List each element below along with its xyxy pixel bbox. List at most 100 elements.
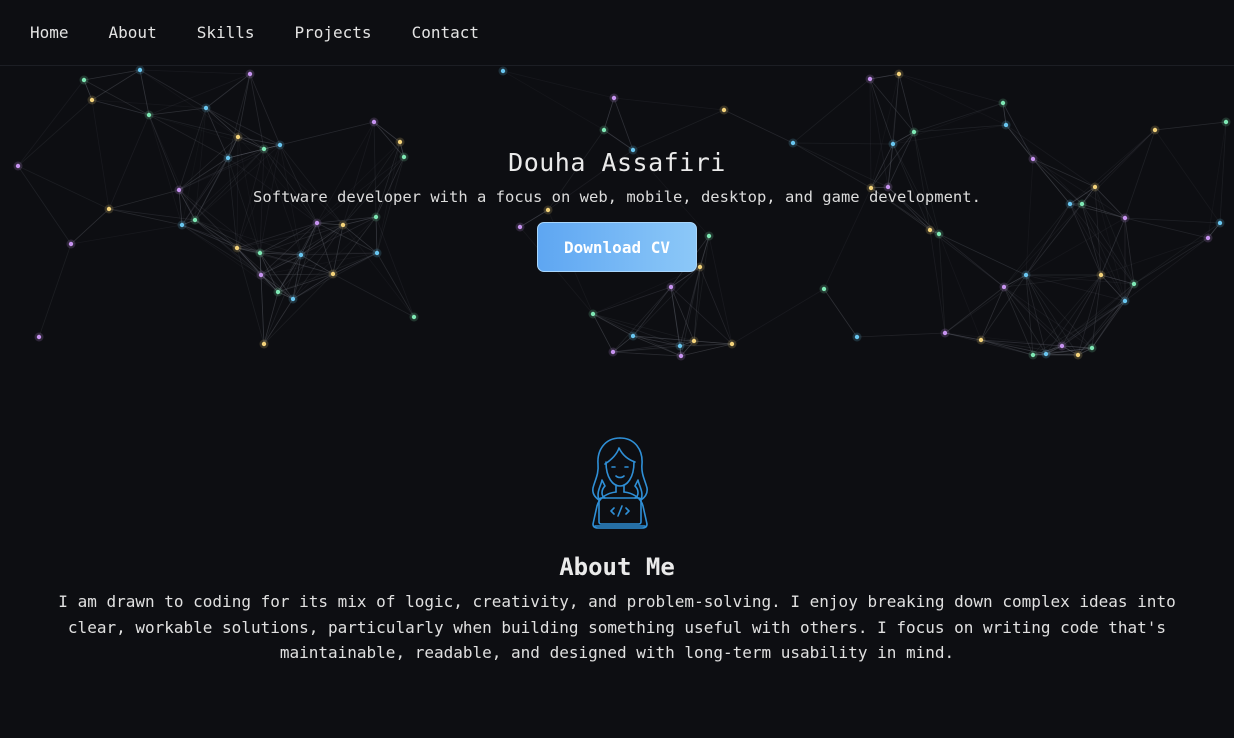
network-link	[1032, 274, 1102, 356]
network-node	[258, 272, 264, 278]
network-link	[263, 298, 294, 345]
network-node	[854, 334, 860, 340]
top-navigation: Home About Skills Projects Contact	[0, 0, 1234, 66]
network-node	[277, 142, 283, 148]
hero-section: Douha Assafiri Software developer with a…	[0, 148, 1234, 272]
network-node	[867, 76, 873, 82]
network-link	[693, 340, 733, 345]
network-node	[247, 71, 253, 77]
network-link	[731, 288, 825, 345]
network-link	[148, 114, 265, 150]
network-node	[821, 286, 827, 292]
network-node	[261, 341, 267, 347]
network-node	[330, 271, 336, 277]
network-node	[1152, 127, 1158, 133]
network-node	[235, 134, 241, 140]
network-link	[792, 142, 894, 145]
network-node	[1122, 298, 1128, 304]
nav-projects-link[interactable]: Projects	[295, 23, 372, 42]
network-node	[371, 119, 377, 125]
network-link	[670, 286, 695, 342]
network-link	[944, 332, 1034, 356]
nav-contact-link[interactable]: Contact	[412, 23, 479, 42]
network-node	[81, 77, 87, 83]
network-link	[892, 102, 1004, 145]
network-link	[148, 114, 239, 138]
about-heading: About Me	[559, 553, 675, 581]
network-link	[249, 73, 265, 150]
developer-avatar-icon	[592, 437, 648, 529]
network-node	[630, 333, 636, 339]
network-link	[723, 109, 794, 144]
network-node	[729, 341, 735, 347]
network-link	[249, 73, 281, 146]
network-link	[592, 266, 701, 315]
network-link	[603, 129, 634, 151]
network-link	[279, 121, 375, 146]
network-node	[500, 68, 506, 74]
network-link	[1077, 283, 1135, 356]
network-node	[1043, 351, 1049, 357]
network-link	[1154, 121, 1227, 131]
network-link	[502, 70, 605, 131]
network-node	[1098, 272, 1104, 278]
network-link	[263, 291, 279, 345]
network-node	[978, 337, 984, 343]
nav-home-link[interactable]: Home	[30, 23, 69, 42]
network-link	[237, 73, 251, 138]
network-link	[792, 78, 871, 144]
network-node	[1131, 281, 1137, 287]
network-link	[670, 286, 733, 345]
network-link	[1061, 345, 1093, 349]
nav-about-link[interactable]: About	[109, 23, 157, 42]
network-node	[411, 314, 417, 320]
network-node	[1089, 345, 1095, 351]
network-node	[691, 338, 697, 344]
network-node	[1023, 272, 1029, 278]
network-link	[612, 351, 682, 357]
network-node	[790, 140, 796, 146]
hero-name: Douha Assafiri	[508, 148, 726, 177]
network-node	[36, 334, 42, 340]
network-link	[205, 73, 251, 109]
network-node	[668, 284, 674, 290]
network-node	[1223, 119, 1229, 125]
network-link	[632, 266, 701, 337]
network-node	[1075, 352, 1081, 358]
nav-skills-link[interactable]: Skills	[197, 23, 255, 42]
network-node	[275, 289, 281, 295]
network-link	[823, 288, 858, 338]
network-node	[290, 296, 296, 302]
network-link	[292, 273, 334, 300]
network-node	[397, 139, 403, 145]
download-cv-button[interactable]: Download CV	[537, 222, 697, 272]
network-node	[890, 141, 896, 147]
network-link	[1003, 274, 1102, 288]
network-node	[137, 67, 143, 73]
network-link	[944, 286, 1005, 334]
network-node	[1030, 352, 1036, 358]
network-node	[611, 95, 617, 101]
network-node	[1000, 100, 1006, 106]
network-link	[139, 69, 251, 75]
network-node	[911, 129, 917, 135]
hero-tagline: Software developer with a focus on web, …	[253, 188, 981, 206]
network-node	[89, 97, 95, 103]
network-node	[146, 112, 152, 118]
network-link	[592, 313, 681, 347]
network-link	[613, 97, 634, 151]
about-description: I am drawn to coding for its mix of logi…	[58, 592, 1176, 662]
network-node	[896, 71, 902, 77]
network-link	[1061, 300, 1126, 347]
network-link	[944, 274, 1027, 334]
network-link	[613, 97, 725, 111]
network-link	[373, 121, 401, 143]
network-link	[980, 286, 1005, 341]
network-link	[632, 109, 725, 151]
network-node	[942, 330, 948, 336]
network-node	[678, 353, 684, 359]
network-node	[1003, 122, 1009, 128]
network-node	[590, 311, 596, 317]
network-link	[944, 332, 1063, 347]
network-link	[227, 73, 251, 159]
